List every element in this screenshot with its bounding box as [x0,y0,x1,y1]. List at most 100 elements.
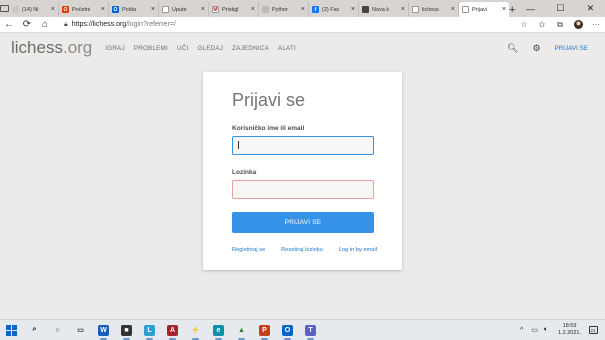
tab-title: Pythor [272,6,288,13]
running-indicator [215,338,222,340]
close-tab-icon[interactable]: × [401,6,405,13]
browser-tab[interactable]: Nova k × [359,2,409,17]
browser-tab[interactable]: O Početni × [59,2,109,17]
password-input[interactable] [232,180,374,199]
taskbar-app-task-view[interactable]: ○ [46,320,69,340]
maximize-button[interactable]: ☐ [545,0,575,17]
username-input[interactable] [232,136,374,155]
tab-favicon-icon [12,6,19,13]
taskbar-app-file-explorer[interactable]: ▭ [69,320,92,340]
close-tab-icon[interactable]: × [451,6,455,13]
lock-icon: 🔒︎ [64,20,68,28]
taskbar-app-word[interactable]: W [92,320,115,340]
header-right: 🔍︎ ⚙ PRIJAVI SE [507,43,588,54]
gear-icon[interactable]: ⚙ [532,43,540,54]
tab-list: (14) Ni × O Početni × O Pošta × Upute × M Pristigl ×… [9,2,509,17]
site-nav-item[interactable]: IGRAJ [105,45,125,52]
taskbar-app-powerpoint[interactable]: P [253,320,276,340]
close-tab-icon[interactable]: × [101,6,105,13]
start-button[interactable] [0,320,23,340]
notification-center[interactable]: 21 [587,325,599,336]
access-icon: A [167,324,178,336]
browser-tab[interactable]: M Pristigl × [209,2,259,17]
clock[interactable]: 18:59 1.2.2021. [558,323,581,337]
site-nav-item[interactable]: PROBLEMI [134,45,168,52]
search-icon[interactable]: 🔍︎ [507,43,518,54]
site-header: lichess.org IGRAJ PROBLEMI UČI GLEDAJ ZAJEDN… [0,33,605,63]
close-window-button[interactable]: ✕ [575,0,605,17]
minimize-button[interactable]: — [515,0,545,17]
tab-title: lichess [422,6,439,13]
browser-tab[interactable]: Pythor × [259,2,309,17]
tab-actions-icon[interactable] [0,0,9,17]
collections-icon[interactable]: ⧉ [551,17,569,33]
address-bar[interactable]: 🔒︎ https://lichess.org/login?referrer=/ [64,19,464,31]
more-menu-icon[interactable]: ··· [587,17,605,33]
browser-tab[interactable]: lichess × [409,2,459,17]
tab-favicon-icon: O [62,6,69,13]
python-icon: ⚡ [191,327,200,334]
site-nav-item[interactable]: ZAJEDNICA [232,45,269,52]
taskbar-app-outlook[interactable]: O [276,320,299,340]
site-nav-item[interactable]: ALATI [278,45,296,52]
address-host: https://lichess.org [71,21,127,28]
windows-icon [6,324,17,336]
tab-title: Početni [72,6,91,13]
taskbar-app-teams[interactable]: T [299,320,322,340]
window-controls: — ☐ ✕ [515,0,605,17]
running-indicator [100,338,107,340]
tab-title: Upute [172,6,187,13]
site-logo[interactable]: lichess.org [11,38,92,58]
browser-tab[interactable]: (14) Ni × [9,2,59,17]
login-card: Prijavi se Korisničko ime ili email Lozi… [203,72,402,270]
taskbar-apps: ⌕ ○ ▭ W ■ L A ⚡ e ▲ P O T [23,320,322,340]
taskbar-app-edge[interactable]: e [207,320,230,340]
network-icon[interactable]: ▭ [531,326,538,334]
close-tab-icon[interactable]: × [51,6,55,13]
taskbar-app-learning[interactable]: L [138,320,161,340]
browser-tab[interactable]: Prijavi × [459,2,509,17]
browser-tab[interactable]: O Pošta × [109,2,159,17]
avatar [573,20,583,29]
profile-button[interactable] [569,17,587,33]
site-nav-item[interactable]: UČI [177,45,188,52]
favorites-icon[interactable]: ✩ [533,17,551,33]
browser-toolbar-right: ☆ ✩ ⧉ ··· [515,17,605,33]
taskbar-app-access[interactable]: A [161,320,184,340]
site-nav-item[interactable]: GLEDAJ [197,45,223,52]
running-indicator [261,338,268,340]
tab-favicon-icon [162,6,169,13]
tab-favicon-icon [412,6,419,13]
close-tab-icon[interactable]: × [351,6,355,13]
favorite-star-icon[interactable]: ☆ [515,17,533,33]
volume-icon[interactable]: 🔈︎ [544,326,548,334]
close-tab-icon[interactable]: × [201,6,205,13]
browser-tab[interactable]: f (2) Fac × [309,2,359,17]
back-button[interactable]: ← [0,17,18,33]
tab-favicon-icon: M [212,6,219,13]
close-tab-icon[interactable]: × [502,6,506,13]
refresh-button[interactable]: ⟳ [18,17,36,33]
close-tab-icon[interactable]: × [251,6,255,13]
running-indicator [192,338,199,340]
close-tab-icon[interactable]: × [301,6,305,13]
email-login-link[interactable]: Log in by email [339,247,377,253]
close-tab-icon[interactable]: × [151,6,155,13]
register-link[interactable]: Registriraj se [232,247,265,253]
taskbar-app-search[interactable]: ⌕ [23,320,46,340]
taskbar-app-store[interactable]: ■ [115,320,138,340]
tab-favicon-icon: f [312,6,319,13]
header-sign-in-link[interactable]: PRIJAVI SE [555,45,588,52]
login-links: Registriraj se Resetiraj lozinku Log in … [232,247,377,253]
tab-title: (14) Ni [22,6,39,13]
running-indicator [307,338,314,340]
tab-title: Pošta [122,6,137,13]
taskbar-app-photos[interactable]: ▲ [230,320,253,340]
home-button[interactable]: ⌂ [36,17,54,33]
reset-password-link[interactable]: Resetiraj lozinku [281,247,323,253]
taskbar-app-python[interactable]: ⚡ [184,320,207,340]
browser-tab[interactable]: Upute × [159,2,209,17]
submit-login-button[interactable]: PRIJAVI SE [232,212,374,233]
search-icon: ⌕ [32,326,37,333]
chevron-up-icon[interactable]: ^ [520,327,523,334]
